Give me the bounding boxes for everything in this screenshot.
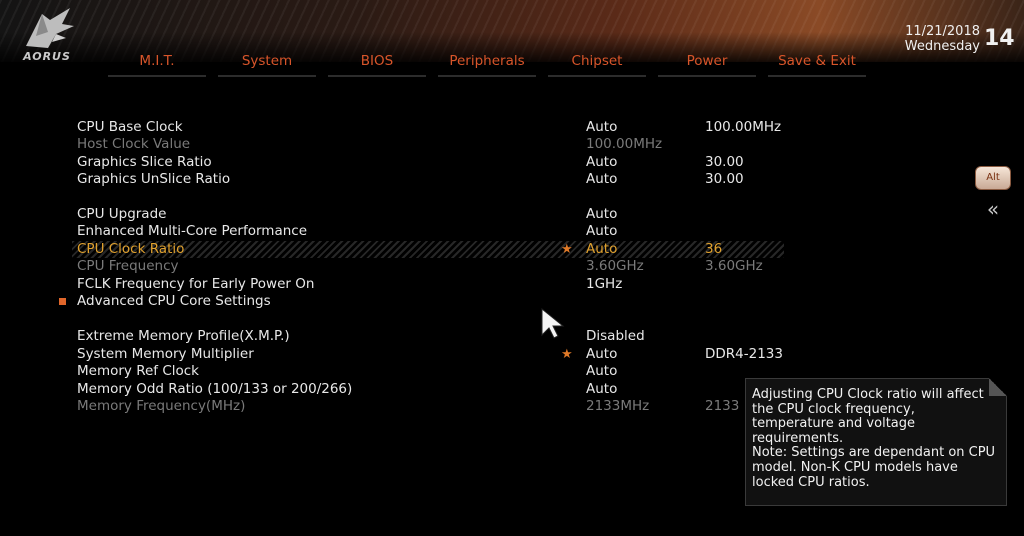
setting-value: Auto [586,363,618,379]
alt-button[interactable]: Alt [975,166,1011,190]
setting-label: Advanced CPU Core Settings [77,293,271,309]
submenu-bullet-icon [59,298,66,305]
tab-chipset[interactable]: Chipset [542,50,652,80]
setting-value-2: 36 [705,241,723,257]
setting-cpu-upgrade[interactable]: CPU Upgrade Auto [0,206,790,223]
setting-system-memory-multiplier[interactable]: System Memory Multiplier ★ Auto DDR4-213… [0,346,790,363]
star-icon: ★ [561,242,573,257]
setting-value: Auto [586,171,618,187]
date-display: 11/21/2018 Wednesday [905,24,980,54]
setting-value-2: DDR4-2133 [705,346,783,362]
setting-graphics-slice-ratio[interactable]: Graphics Slice Ratio Auto 30.00 [0,154,790,171]
setting-label: CPU Frequency [77,258,179,274]
setting-cpu-frequency: CPU Frequency 3.60GHz 3.60GHz [0,258,790,275]
setting-graphics-unslice-ratio[interactable]: Graphics UnSlice Ratio Auto 30.00 [0,171,790,188]
weekday-text: Wednesday [904,39,980,54]
setting-value: Auto [586,241,618,257]
setting-memory-odd-ratio[interactable]: Memory Odd Ratio (100/133 or 200/266) Au… [0,381,790,398]
main-tabs: M.I.T. System BIOS Peripherals Chipset P… [102,50,872,80]
setting-label: CPU Upgrade [77,206,167,222]
aorus-logo: AORUS [12,6,82,66]
setting-label: System Memory Multiplier [77,346,254,362]
setting-enhanced-multi-core[interactable]: Enhanced Multi-Core Performance Auto [0,223,790,240]
setting-label: Memory Odd Ratio (100/133 or 200/266) [77,381,353,397]
setting-cpu-clock-ratio[interactable]: CPU Clock Ratio ★ Auto 36 [0,241,790,258]
setting-label: Graphics UnSlice Ratio [77,171,231,187]
setting-value-2: 3.60GHz [705,258,763,274]
setting-label: CPU Clock Ratio [77,241,185,257]
mouse-pointer-icon [540,307,570,343]
setting-value: 3.60GHz [586,258,644,274]
setting-value-2: 30.00 [705,154,744,170]
setting-label: Memory Frequency(MHz) [77,398,246,414]
setting-value: 2133MHz [586,398,650,414]
help-text: Adjusting CPU Clock ratio will affect th… [752,387,996,490]
back-chevrons-icon[interactable]: « [980,199,1006,219]
tab-power[interactable]: Power [652,50,762,80]
setting-label: Memory Ref Clock [77,363,199,379]
logo-text: AORUS [23,50,71,63]
setting-advanced-cpu-core-settings[interactable]: Advanced CPU Core Settings [0,293,790,310]
setting-value: Disabled [586,328,645,344]
setting-value: Auto [586,346,618,362]
setting-value: Auto [586,154,618,170]
star-icon: ★ [561,347,573,362]
setting-value: Auto [586,381,618,397]
setting-memory-frequency: Memory Frequency(MHz) 2133MHz 2133 [0,398,790,415]
setting-label: FCLK Frequency for Early Power On [77,276,315,292]
tab-mit[interactable]: M.I.T. [102,50,212,80]
setting-fclk-frequency[interactable]: FCLK Frequency for Early Power On 1GHz [0,276,790,293]
setting-label: Graphics Slice Ratio [77,154,212,170]
setting-value: 1GHz [586,276,623,292]
setting-label: Enhanced Multi-Core Performance [77,223,308,239]
tab-save-exit[interactable]: Save & Exit [762,50,872,80]
setting-xmp[interactable]: Extreme Memory Profile(X.M.P.) Disabled [0,328,790,345]
setting-value: 100.00MHz [586,136,663,152]
setting-host-clock-value: Host Clock Value 100.00MHz [0,136,790,153]
tab-peripherals[interactable]: Peripherals [432,50,542,80]
setting-value-2: 2133 [705,398,740,414]
setting-value: Auto [586,206,618,222]
setting-label: CPU Base Clock [77,119,183,135]
help-panel: Adjusting CPU Clock ratio will affect th… [745,378,1007,506]
setting-label: Host Clock Value [77,136,191,152]
tab-system[interactable]: System [212,50,322,80]
setting-value-2: 100.00MHz [705,119,782,135]
setting-cpu-base-clock[interactable]: CPU Base Clock Auto 100.00MHz [0,119,790,136]
aorus-eagle-icon [26,8,74,48]
setting-label: Extreme Memory Profile(X.M.P.) [77,328,290,344]
tab-bios[interactable]: BIOS [322,50,432,80]
setting-value-2: 30.00 [705,171,744,187]
setting-value: Auto [586,223,618,239]
setting-memory-ref-clock[interactable]: Memory Ref Clock Auto [0,363,790,380]
date-text: 11/21/2018 [905,24,980,39]
clock-display: 14 [984,26,1015,51]
setting-value: Auto [586,119,618,135]
